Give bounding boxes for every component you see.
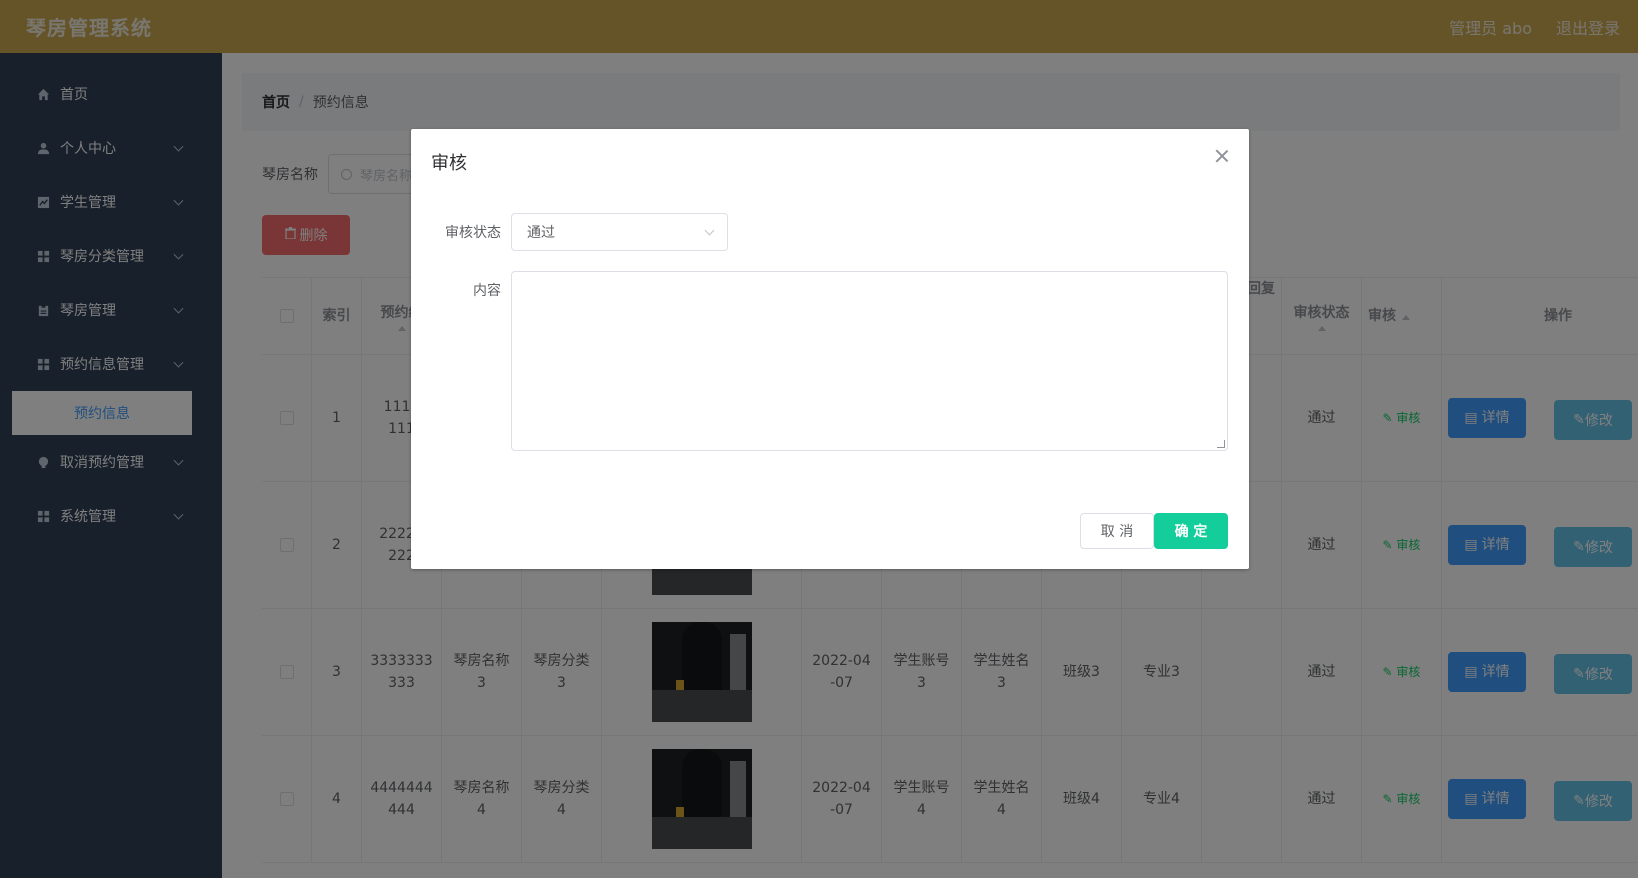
content-textarea[interactable] [511,271,1228,451]
audit-dialog: 审核 审核状态 通过 内容 取 消 确 定 [411,129,1249,569]
chevron-down-icon [704,225,715,236]
cancel-button[interactable]: 取 消 [1080,513,1154,549]
confirm-button[interactable]: 确 定 [1154,513,1228,549]
content-label: 内容 [473,283,501,299]
status-select-value: 通过 [527,225,555,241]
status-select[interactable]: 通过 [511,213,728,251]
dialog-title: 审核 [431,153,467,174]
status-label: 审核状态 [445,225,501,241]
resize-handle-icon[interactable] [1217,440,1225,448]
close-icon[interactable] [1215,149,1229,163]
